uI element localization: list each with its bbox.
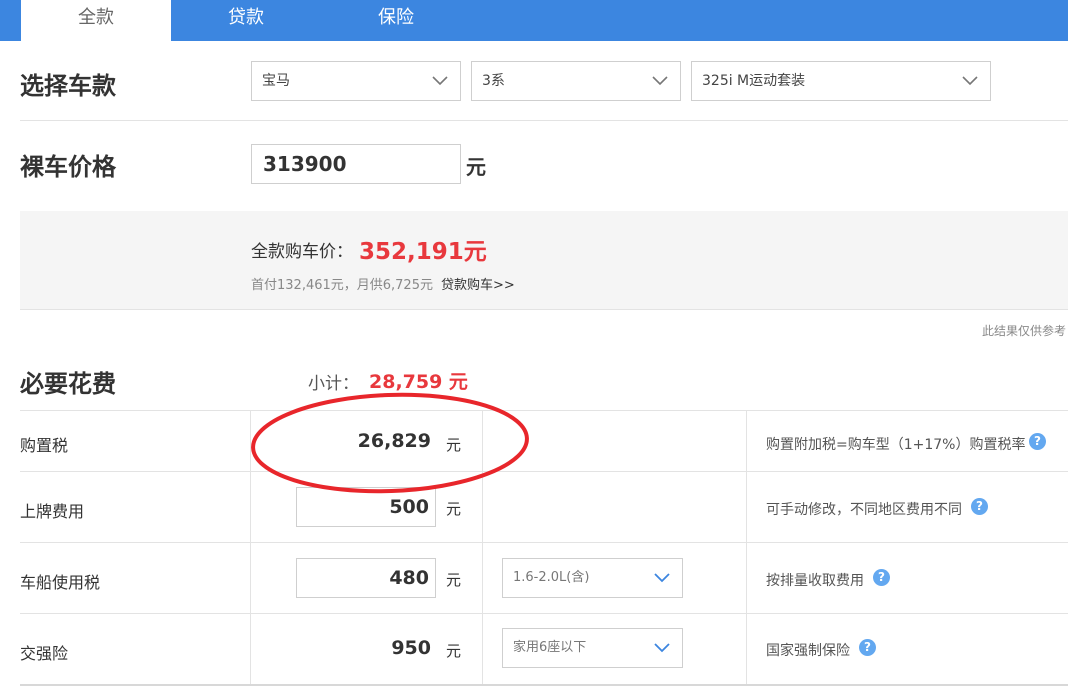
compulsory-insurance-label: 交强险 xyxy=(20,644,69,663)
table-divider xyxy=(20,613,1068,614)
help-icon[interactable]: ? xyxy=(1029,433,1046,450)
plate-fee-label: 上牌费用 xyxy=(20,502,85,521)
tab-insurance[interactable]: 保险 xyxy=(321,0,471,41)
displacement-select[interactable]: 1.6-2.0L(含) xyxy=(502,558,683,598)
bare-price-unit: 元 xyxy=(466,155,486,179)
series-select-value: 3系 xyxy=(482,73,505,89)
displacement-select-value: 1.6-2.0L(含) xyxy=(513,570,590,585)
chevron-down-icon xyxy=(962,62,978,100)
required-costs-title: 必要花费 xyxy=(20,370,116,398)
vehicle-tax-input[interactable]: 480 xyxy=(296,558,436,598)
chevron-down-icon xyxy=(652,62,668,100)
table-divider xyxy=(20,684,1068,686)
tab-bar: 全款 贷款 保险 xyxy=(0,0,1068,41)
plate-fee-unit: 元 xyxy=(446,500,462,518)
purchase-tax-note: 购置附加税=购车型（1+17%）购置税率 xyxy=(766,437,1026,453)
chevron-down-icon xyxy=(654,629,670,667)
brand-select[interactable]: 宝马 xyxy=(251,61,461,101)
select-car-title: 选择车款 xyxy=(20,72,116,100)
table-divider xyxy=(20,410,1068,411)
seat-type-select-value: 家用6座以下 xyxy=(513,640,587,655)
summary-panel: 全款购车价： 352,191元 首付132,461元，月供6,725元 贷款购车… xyxy=(20,211,1068,310)
compulsory-insurance-value: 950 xyxy=(391,637,431,659)
table-divider xyxy=(20,471,1068,472)
full-price-value: 352,191元 xyxy=(359,239,487,265)
compulsory-insurance-unit: 元 xyxy=(446,642,462,660)
purchase-tax-label: 购置税 xyxy=(20,436,69,455)
model-select[interactable]: 325i M运动套装 xyxy=(691,61,991,101)
full-price-label: 全款购车价： xyxy=(251,242,353,262)
loan-purchase-link[interactable]: 贷款购车>> xyxy=(441,274,515,293)
seat-type-select[interactable]: 家用6座以下 xyxy=(502,628,683,668)
vehicle-tax-label: 车船使用税 xyxy=(20,573,101,592)
chevron-down-icon xyxy=(654,559,670,597)
bare-price-title: 裸车价格 xyxy=(20,153,116,181)
bare-price-input[interactable]: 313900 xyxy=(251,144,461,184)
compulsory-insurance-note: 国家强制保险 xyxy=(766,643,850,659)
tab-full-payment[interactable]: 全款 xyxy=(21,0,171,41)
chevron-down-icon xyxy=(432,62,448,100)
vehicle-tax-note: 按排量收取费用 xyxy=(766,573,864,589)
help-icon[interactable]: ? xyxy=(873,569,890,586)
brand-select-value: 宝马 xyxy=(262,73,290,89)
series-select[interactable]: 3系 xyxy=(471,61,681,101)
disclaimer-text: 此结果仅供参考 xyxy=(981,324,1066,338)
help-icon[interactable]: ? xyxy=(971,498,988,515)
divider xyxy=(20,120,1068,121)
model-select-value: 325i M运动套装 xyxy=(702,73,806,89)
payment-detail: 首付132,461元，月供6,725元 xyxy=(251,278,433,293)
vehicle-tax-unit: 元 xyxy=(446,571,462,589)
plate-fee-note: 可手动修改，不同地区费用不同 xyxy=(766,502,962,518)
tab-loan[interactable]: 贷款 xyxy=(171,0,321,41)
column-divider xyxy=(746,411,747,684)
help-icon[interactable]: ? xyxy=(859,639,876,656)
red-annotation-circle xyxy=(251,392,529,494)
table-divider xyxy=(20,542,1068,543)
